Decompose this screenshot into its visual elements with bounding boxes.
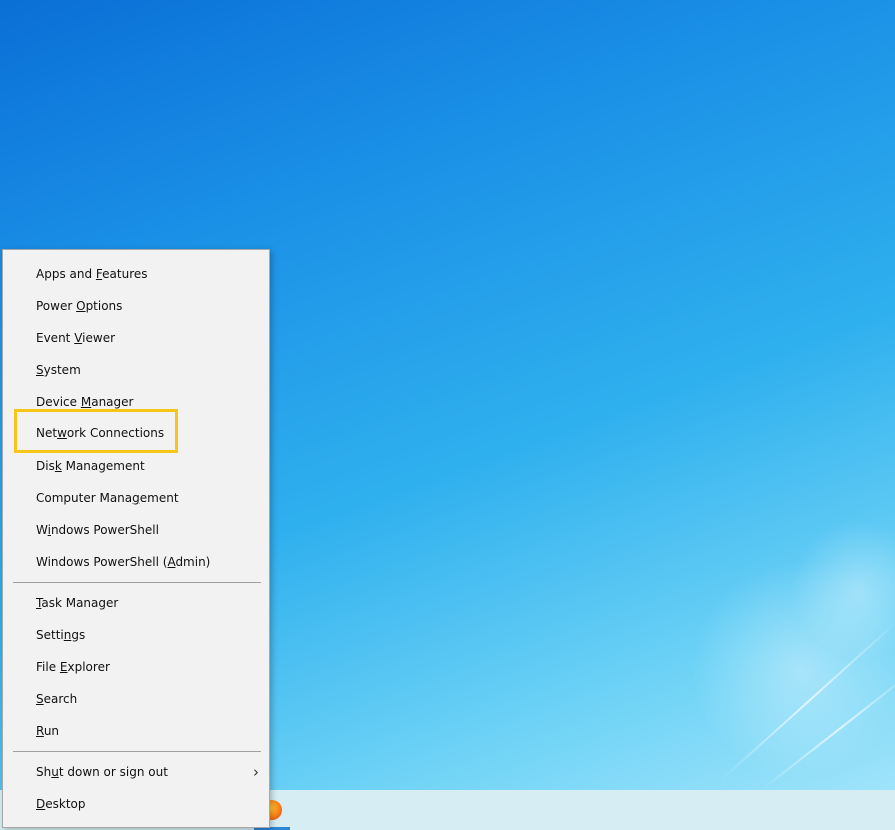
chevron-right-icon: › — [253, 763, 259, 781]
menu-item-desktop[interactable]: Desktop — [3, 789, 269, 819]
menu-item-apps-and-features[interactable]: Apps and Features — [3, 259, 269, 289]
menu-item-label: Apps and Features — [36, 267, 148, 281]
menu-separator — [13, 751, 261, 752]
menu-item-windows-powershell[interactable]: Windows PowerShell — [3, 515, 269, 545]
menu-item-label: File Explorer — [36, 660, 110, 674]
menu-item-shut-down-or-sign-out[interactable]: Shut down or sign out › — [3, 757, 269, 787]
menu-item-label: Desktop — [36, 797, 86, 811]
menu-item-disk-management[interactable]: Disk Management — [3, 451, 269, 481]
menu-item-settings[interactable]: Settings — [3, 620, 269, 650]
menu-item-computer-management[interactable]: Computer Management — [3, 483, 269, 513]
menu-separator — [13, 582, 261, 583]
menu-item-label: System — [36, 363, 81, 377]
menu-item-label: Run — [36, 724, 60, 738]
menu-item-label: Settings — [36, 628, 86, 642]
menu-item-label: Search — [36, 692, 78, 706]
highlight-box — [14, 409, 178, 453]
menu-item-label: Power Options — [36, 299, 123, 313]
menu-item-label: Device Manager — [36, 395, 134, 409]
menu-item-task-manager[interactable]: Task Manager — [3, 588, 269, 618]
menu-item-system[interactable]: System — [3, 355, 269, 385]
winx-context-menu: Apps and Features Power Options Event Vi… — [2, 249, 270, 828]
menu-item-label: Task Manager — [36, 596, 119, 610]
menu-item-label: Disk Management — [36, 459, 145, 473]
menu-item-run[interactable]: Run — [3, 716, 269, 746]
menu-item-search[interactable]: Search — [3, 684, 269, 714]
menu-item-label: Computer Management — [36, 491, 179, 505]
menu-item-file-explorer[interactable]: File Explorer — [3, 652, 269, 682]
menu-item-label: Windows PowerShell — [36, 523, 159, 537]
menu-item-label: Windows PowerShell (Admin) — [36, 555, 211, 569]
menu-item-label: Shut down or sign out — [36, 765, 168, 779]
menu-item-windows-powershell-admin[interactable]: Windows PowerShell (Admin) — [3, 547, 269, 577]
menu-item-label: Event Viewer — [36, 331, 116, 345]
menu-item-power-options[interactable]: Power Options — [3, 291, 269, 321]
menu-item-event-viewer[interactable]: Event Viewer — [3, 323, 269, 353]
